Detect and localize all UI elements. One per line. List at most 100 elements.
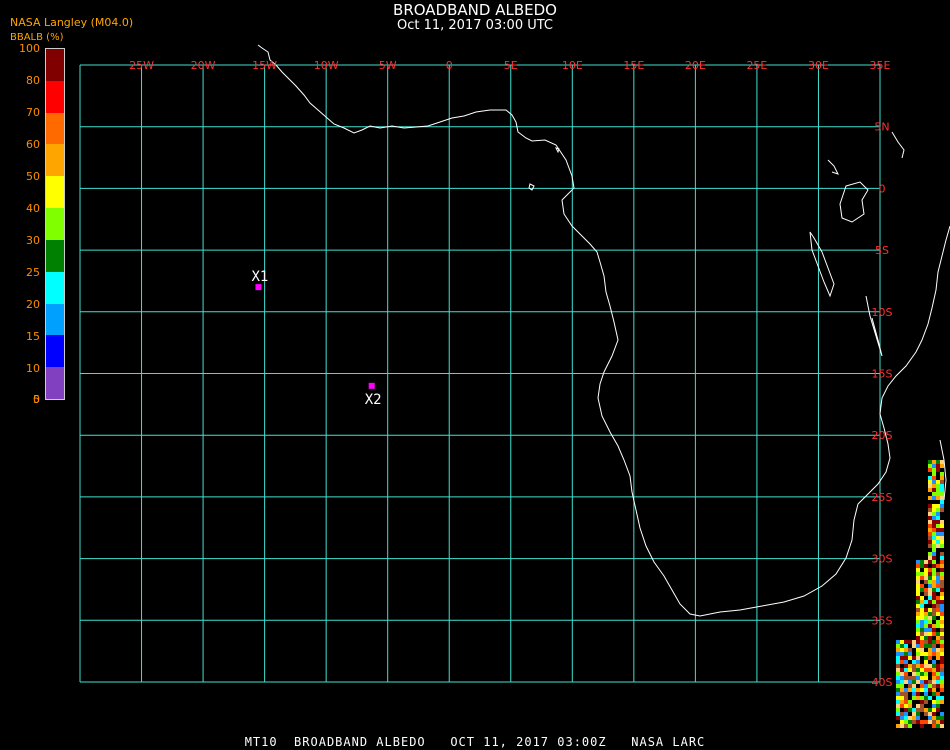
data-pixel — [932, 608, 936, 612]
data-pixel — [936, 700, 940, 704]
marker-label: X2 — [365, 392, 382, 408]
data-pixel — [896, 696, 900, 700]
data-pixel — [908, 724, 912, 728]
data-pixel — [928, 480, 932, 484]
data-pixel — [904, 644, 908, 648]
data-pixel — [924, 652, 928, 656]
data-pixel — [940, 540, 944, 544]
data-pixel — [940, 660, 944, 664]
data-pixel — [924, 608, 928, 612]
data-pixel — [932, 664, 936, 668]
data-pixel — [896, 644, 900, 648]
data-pixel — [928, 576, 932, 580]
data-pixel — [896, 700, 900, 704]
data-pixel — [920, 564, 924, 568]
data-pixel — [928, 568, 932, 572]
data-pixel — [936, 716, 940, 720]
data-pixel — [896, 708, 900, 712]
data-pixel — [932, 560, 936, 564]
data-pixel — [908, 688, 912, 692]
data-pixel — [932, 564, 936, 568]
data-pixel — [920, 696, 924, 700]
data-pixel — [936, 692, 940, 696]
data-pixel — [904, 688, 908, 692]
data-pixel — [916, 660, 920, 664]
data-pixel — [904, 720, 908, 724]
data-pixel — [936, 540, 940, 544]
data-pixel — [928, 528, 932, 532]
data-pixel — [912, 664, 916, 668]
data-pixel — [936, 516, 940, 520]
latitude-label: 15S — [872, 368, 893, 381]
data-pixel — [936, 676, 940, 680]
longitude-label: 5W — [379, 59, 397, 72]
data-pixel — [916, 568, 920, 572]
data-pixel — [924, 616, 928, 620]
data-pixel — [940, 564, 944, 568]
data-pixel — [940, 696, 944, 700]
data-pixel — [932, 568, 936, 572]
data-pixel — [924, 588, 928, 592]
latitude-label: 10S — [872, 306, 893, 319]
bioko-island — [528, 183, 535, 191]
data-pixel — [936, 484, 940, 488]
data-pixel — [916, 672, 920, 676]
data-pixel — [928, 616, 932, 620]
data-pixel — [940, 676, 944, 680]
data-pixel — [924, 700, 928, 704]
data-pixel — [936, 536, 940, 540]
data-pixel — [932, 476, 936, 480]
data-pixel — [940, 716, 944, 720]
data-pixel — [916, 716, 920, 720]
data-pixel — [900, 716, 904, 720]
data-pixel — [924, 664, 928, 668]
data-pixel — [940, 720, 944, 724]
data-pixel — [940, 476, 944, 480]
data-pixel — [916, 652, 920, 656]
data-pixel — [940, 700, 944, 704]
data-pixel — [932, 552, 936, 556]
lake-albert — [827, 159, 839, 175]
data-pixel — [920, 720, 924, 724]
data-pixel — [932, 524, 936, 528]
data-pixel — [940, 600, 944, 604]
data-pixel — [912, 684, 916, 688]
data-pixel — [896, 668, 900, 672]
data-pixel — [928, 624, 932, 628]
data-pixel — [924, 564, 928, 568]
data-pixel — [940, 580, 944, 584]
data-pixel — [936, 480, 940, 484]
data-pixel — [940, 684, 944, 688]
data-pixel — [940, 480, 944, 484]
data-pixel — [940, 680, 944, 684]
data-pixel — [932, 548, 936, 552]
data-pixel — [920, 636, 924, 640]
data-pixel — [908, 656, 912, 660]
data-pixel — [928, 600, 932, 604]
data-pixel — [916, 668, 920, 672]
data-pixel — [936, 608, 940, 612]
data-pixel — [932, 592, 936, 596]
footer-caption: MT10 BROADBAND ALBEDO OCT 11, 2017 03:00… — [244, 735, 706, 749]
data-pixel — [936, 580, 940, 584]
data-pixel — [912, 712, 916, 716]
data-pixel — [916, 688, 920, 692]
data-pixel — [928, 536, 932, 540]
data-pixel — [916, 676, 920, 680]
data-pixel — [912, 688, 916, 692]
data-pixel — [936, 604, 940, 608]
data-pixel — [928, 668, 932, 672]
data-pixel — [908, 652, 912, 656]
data-pixel — [904, 656, 908, 660]
sao-tome — [555, 147, 560, 154]
data-pixel — [936, 624, 940, 628]
data-pixel — [904, 652, 908, 656]
data-pixel — [924, 708, 928, 712]
data-pixel — [916, 644, 920, 648]
data-pixel — [924, 632, 928, 636]
data-pixel — [940, 644, 944, 648]
data-pixel — [932, 520, 936, 524]
data-pixel — [924, 684, 928, 688]
data-pixel — [928, 584, 932, 588]
data-pixel — [932, 488, 936, 492]
